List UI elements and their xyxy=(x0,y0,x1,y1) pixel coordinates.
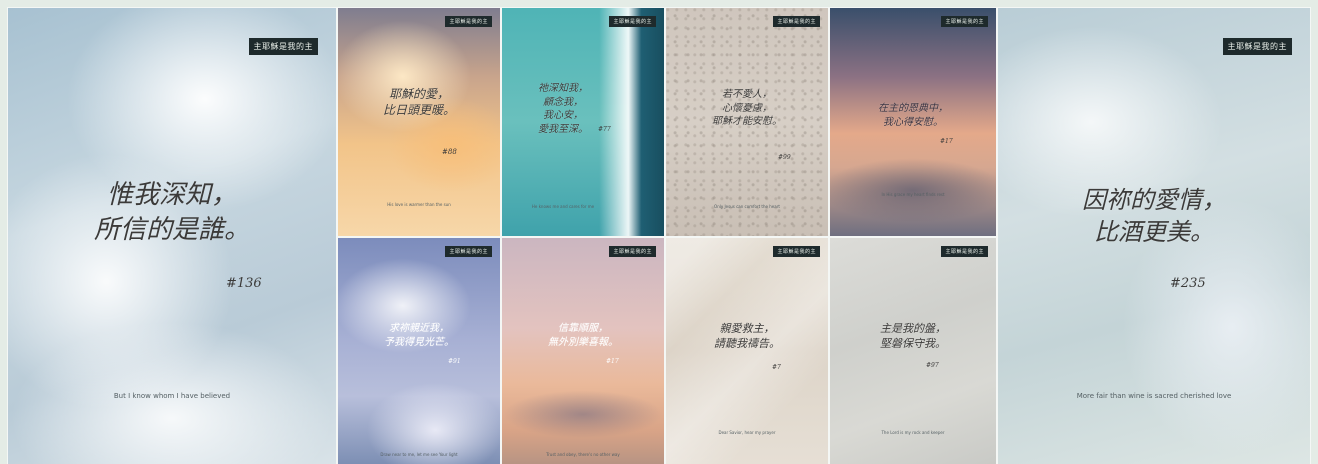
card-reference: #136 xyxy=(226,276,262,291)
verse-line: 信靠順服， xyxy=(558,323,608,334)
card-verse: 因祢的愛情， 比酒更美。 xyxy=(998,184,1310,249)
card-grey: 主耶穌是我的主 主是我的盤， 堅磐保守我。 #97 The Lord is my… xyxy=(830,238,996,464)
verse-line: 惟我深知， xyxy=(106,180,237,210)
card-sunset: 主耶穌是我的主 在主的恩典中， 我心得安慰。 #17 In His grace … xyxy=(830,8,996,236)
card-caption: More fair than wine is sacred cherished … xyxy=(1076,392,1232,400)
card-reference: #99 xyxy=(778,154,791,161)
verse-line: 耶穌的愛， xyxy=(388,87,449,101)
card-peach-clouds: 主耶穌是我的主 耶穌的愛， 比日頭更暖。 #88 His love is war… xyxy=(338,8,500,236)
card-reference: #17 xyxy=(606,358,619,365)
verse-line: 祂深知我， xyxy=(538,83,588,94)
verse-line: 顧念我， xyxy=(543,96,583,108)
card-caption: Only Jesus can comfort the heart xyxy=(714,204,780,209)
card-caption: In His grace my heart finds rest xyxy=(881,192,945,197)
card-tag: 主耶穌是我的主 xyxy=(248,38,318,55)
card-pebble: 主耶穌是我的主 若不愛人， 心懷憂慮， 耶穌才能安慰。 #99 Only Jes… xyxy=(666,8,828,236)
verse-line: 堅磐保守我。 xyxy=(880,336,946,350)
verse-line: 所信的是誰。 xyxy=(93,215,250,246)
card-verse: 信靠順服， 無外別樂喜報。 xyxy=(502,322,664,349)
card-tag: 主耶穌是我的主 xyxy=(941,16,988,27)
verse-line: 我心安， xyxy=(543,110,583,121)
card-left-large: 主耶穌是我的主 惟我深知， 所信的是誰。 #136 But I know who… xyxy=(8,8,336,464)
card-verse: 若不愛人， 心懷憂慮， 耶穌才能安慰。 xyxy=(666,88,828,129)
verse-line: 請聽我禱告。 xyxy=(714,336,780,350)
verse-line: 比日頭更暖。 xyxy=(382,103,455,118)
card-dusk-pink: 主耶穌是我的主 信靠順服， 無外別樂喜報。 #17 Trust and obey… xyxy=(502,238,664,464)
verse-line: 耶穌才能安慰。 xyxy=(712,116,782,127)
card-lilac-clouds: 主耶穌是我的主 求祢親近我， 予我得見光芒。 #91 Draw near to … xyxy=(338,238,500,464)
verse-line: 我心得安慰。 xyxy=(883,116,943,128)
verse-line: 主是我的盤， xyxy=(880,322,946,335)
card-verse: 親愛救主， 請聽我禱告。 xyxy=(666,322,828,352)
card-tag: 主耶穌是我的主 xyxy=(941,246,988,257)
card-caption: Trust and obey, there's no other way xyxy=(546,452,620,457)
card-caption: The Lord is my rock and keeper xyxy=(881,430,945,435)
card-tag: 主耶穌是我的主 xyxy=(445,16,492,27)
card-tag: 主耶穌是我的主 xyxy=(1222,38,1292,55)
verse-line: 予我得見光芒。 xyxy=(384,336,454,348)
card-tag: 主耶穌是我的主 xyxy=(445,246,492,257)
verse-line: 心懷憂慮， xyxy=(722,102,772,114)
verse-line: 若不愛人， xyxy=(722,89,772,100)
card-verse: 耶穌的愛， 比日頭更暖。 xyxy=(338,86,500,118)
card-sand: 主耶穌是我的主 親愛救主， 請聽我禱告。 #7 Dear Savior, hea… xyxy=(666,238,828,464)
card-caption: He knows me and cares for me xyxy=(531,204,595,209)
card-reference: #235 xyxy=(1170,276,1206,291)
card-reference: #77 xyxy=(598,126,611,133)
card-sea: 主耶穌是我的主 祂深知我， 顧念我， 我心安， 愛我至深。 #77 He kno… xyxy=(502,8,664,236)
verse-line: 求祢親近我， xyxy=(389,323,449,334)
card-caption: Draw near to me, let me see Your light xyxy=(380,452,458,457)
verse-line: 親愛救主， xyxy=(719,322,775,335)
card-caption: His love is warmer than the sun xyxy=(387,202,451,207)
card-verse: 惟我深知， 所信的是誰。 xyxy=(8,178,336,248)
verse-line: 因祢的愛情， xyxy=(1082,186,1226,214)
card-verse: 求祢親近我， 予我得見光芒。 xyxy=(338,322,500,349)
card-reference: #88 xyxy=(442,148,457,156)
card-reference: #91 xyxy=(448,358,461,365)
card-caption: Dear Savior, hear my prayer xyxy=(718,430,776,435)
card-tag: 主耶穌是我的主 xyxy=(609,246,656,257)
card-verse: 主是我的盤， 堅磐保守我。 xyxy=(830,322,996,352)
card-caption: But I know whom I have believed xyxy=(113,392,231,400)
card-tag: 主耶穌是我的主 xyxy=(773,246,820,257)
card-verse: 在主的恩典中， 我心得安慰。 xyxy=(830,102,996,129)
card-reference: #7 xyxy=(772,364,781,371)
verse-line: 無外別樂喜報。 xyxy=(548,336,618,348)
card-right-large: 主耶穌是我的主 因祢的愛情， 比酒更美。 #235 More fair than… xyxy=(998,8,1310,464)
card-tag: 主耶穌是我的主 xyxy=(773,16,820,27)
collage-frame: 主耶穌是我的主 惟我深知， 所信的是誰。 #136 But I know who… xyxy=(0,0,1318,464)
card-tag: 主耶穌是我的主 xyxy=(609,16,656,27)
card-reference: #17 xyxy=(940,138,953,145)
card-reference: #97 xyxy=(926,362,939,369)
verse-line: 在主的恩典中， xyxy=(878,103,948,114)
verse-line: 比酒更美。 xyxy=(1094,218,1214,247)
